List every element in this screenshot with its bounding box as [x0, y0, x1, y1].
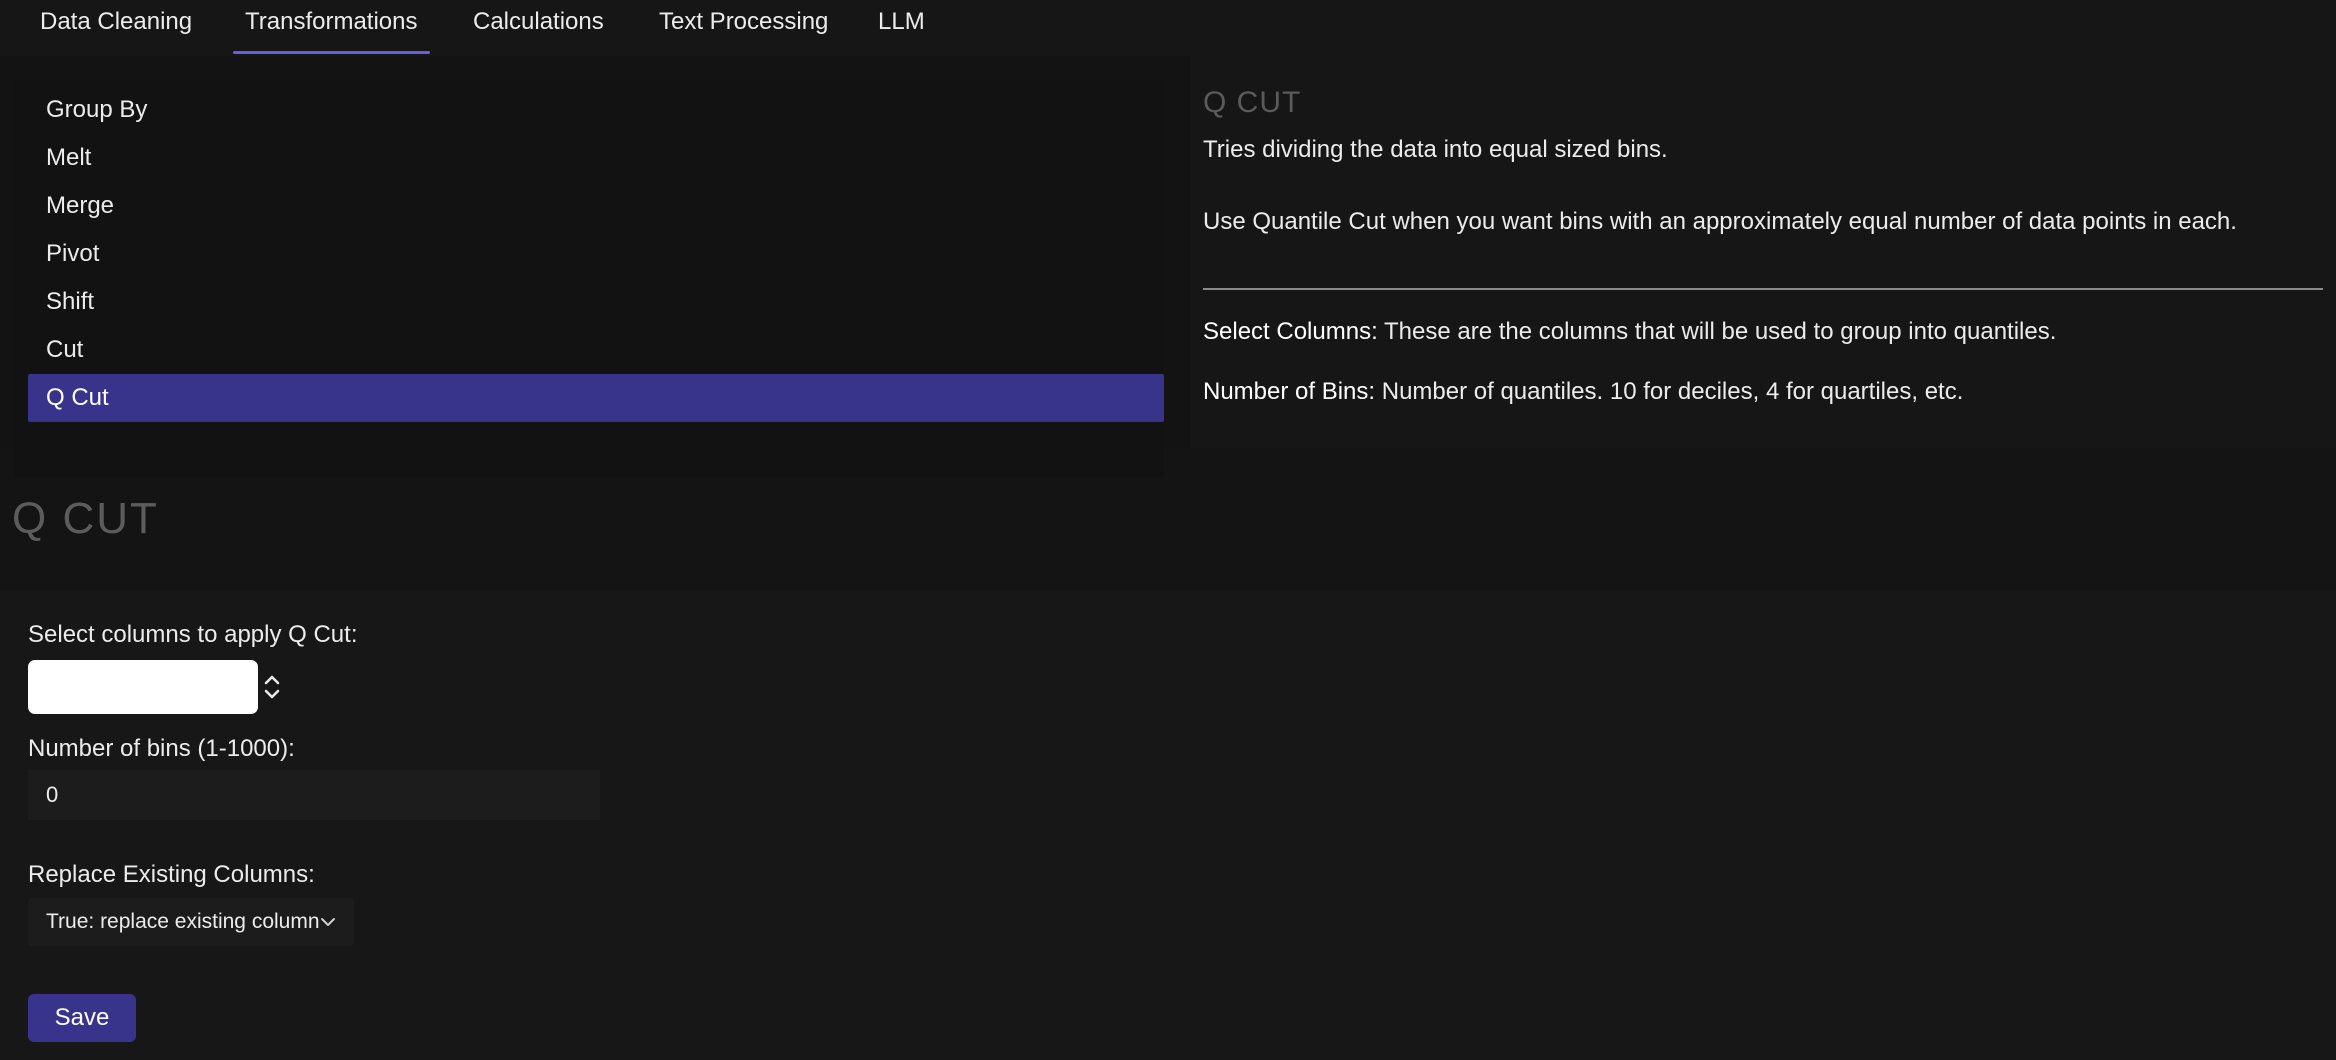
- tab-calculations[interactable]: Calculations: [473, 0, 604, 56]
- help-param-number-of-bins: Number of Bins: Number of quantiles. 10 …: [1203, 378, 1963, 406]
- replace-select[interactable]: True: replace existing column: [28, 898, 354, 946]
- section-heading: Q CUT: [12, 494, 159, 543]
- menu-item-shift[interactable]: Shift: [28, 278, 1164, 326]
- chevron-down-icon: [321, 918, 335, 926]
- help-term-text: These are the columns that will be used …: [1383, 318, 2057, 345]
- help-description: Tries dividing the data into equal sized…: [1203, 136, 1668, 163]
- transformation-menu: Group By Melt Merge Pivot Shift Cut Q Cu…: [14, 80, 1164, 478]
- bins-input[interactable]: [28, 770, 600, 820]
- tab-data-cleaning[interactable]: Data Cleaning: [40, 0, 192, 56]
- menu-item-merge[interactable]: Merge: [28, 182, 1164, 230]
- columns-multi-select[interactable]: [28, 660, 258, 714]
- help-panel: Q CUT Tries dividing the data into equal…: [1190, 56, 2336, 448]
- tab-llm[interactable]: LLM: [878, 0, 925, 56]
- menu-item-q-cut[interactable]: Q Cut: [28, 374, 1164, 422]
- help-usage: Use Quantile Cut when you want bins with…: [1203, 208, 2237, 235]
- help-term-text: Number of quantiles. 10 for deciles, 4 f…: [1381, 378, 1964, 405]
- menu-item-cut[interactable]: Cut: [28, 326, 1164, 374]
- tab-bar: Data Cleaning Transformations Calculatio…: [0, 0, 2336, 56]
- menu-item-group-by[interactable]: Group By: [28, 86, 1164, 134]
- columns-label: Select columns to apply Q Cut:: [28, 621, 358, 648]
- replace-select-value: True: replace existing column: [46, 910, 320, 933]
- menu-item-melt[interactable]: Melt: [28, 134, 1164, 182]
- q-cut-form: [0, 590, 2336, 1060]
- help-divider: [1203, 288, 2323, 290]
- save-button[interactable]: Save: [28, 994, 136, 1042]
- help-term: Number of Bins:: [1203, 378, 1376, 405]
- help-term: Select Columns:: [1203, 318, 1378, 345]
- tab-text-processing[interactable]: Text Processing: [659, 0, 828, 56]
- help-param-select-columns: Select Columns: These are the columns th…: [1203, 318, 2056, 346]
- replace-label: Replace Existing Columns:: [28, 861, 315, 888]
- menu-item-pivot[interactable]: Pivot: [28, 230, 1164, 278]
- tab-transformations[interactable]: Transformations: [233, 0, 429, 56]
- help-title: Q CUT: [1203, 86, 1302, 119]
- bins-label: Number of bins (1-1000):: [28, 735, 295, 762]
- updown-chevron-icon[interactable]: [262, 672, 282, 702]
